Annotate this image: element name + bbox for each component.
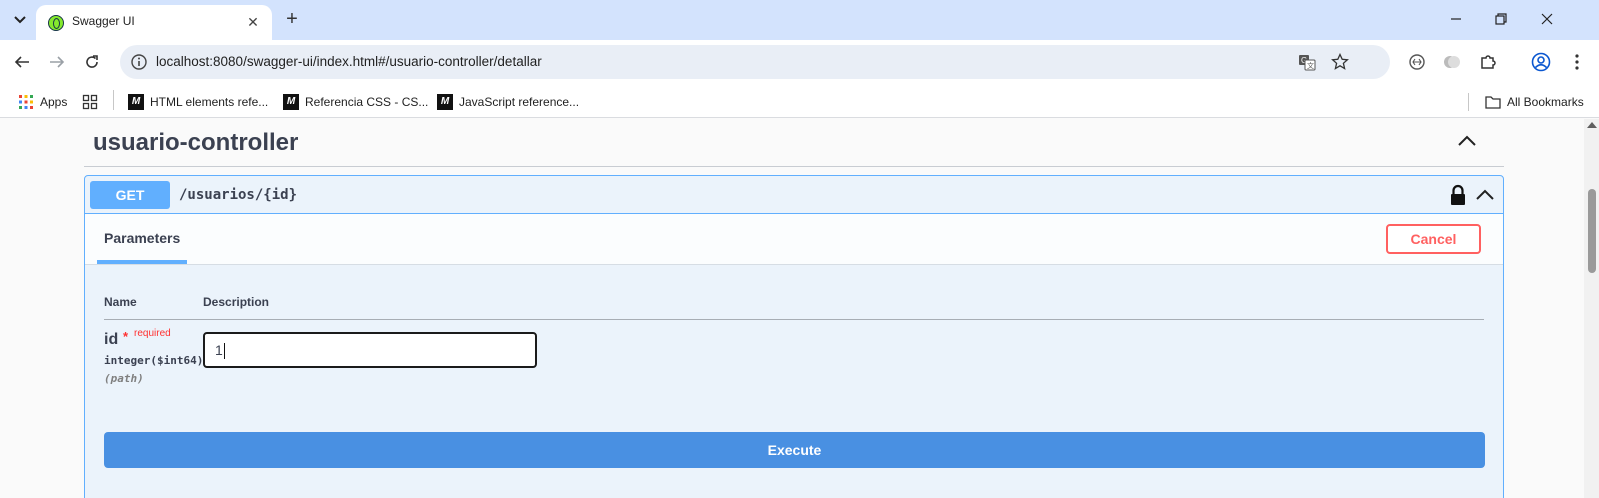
swagger-favicon-icon — [48, 15, 64, 31]
address-bar[interactable]: localhost:8080/swagger-ui/index.html#/us… — [120, 45, 1390, 79]
minimize-icon[interactable] — [1442, 8, 1470, 32]
required-star: * — [123, 329, 129, 344]
mdn-logo-icon: M — [437, 94, 453, 110]
swagger-page: usuario-controller GET /usuarios/{id} Pa… — [0, 119, 1599, 498]
collapse-chevron-icon[interactable] — [1456, 131, 1478, 151]
url-text[interactable]: localhost:8080/swagger-ui/index.html#/us… — [156, 54, 542, 69]
mdn-logo-icon: M — [128, 94, 144, 110]
tab-title: Swagger UI — [72, 14, 135, 28]
browser-toolbar: localhost:8080/swagger-ui/index.html#/us… — [0, 40, 1599, 84]
folder-icon — [1485, 96, 1501, 109]
column-header-description: Description — [203, 295, 270, 309]
bookmark-apps[interactable]: Apps — [18, 93, 67, 111]
bookmark-item-label: HTML elements refe... — [150, 95, 269, 109]
page-scrollbar[interactable] — [1584, 119, 1599, 498]
profile-avatar-icon[interactable] — [1529, 50, 1553, 74]
all-bookmarks-label: All Bookmarks — [1507, 95, 1584, 109]
close-window-icon[interactable] — [1533, 8, 1561, 32]
operation-summary[interactable]: GET /usuarios/{id} — [85, 176, 1503, 214]
apps-grid-icon — [19, 95, 33, 109]
reload-icon[interactable] — [80, 50, 104, 74]
http-method-badge: GET — [90, 181, 170, 209]
cancel-button[interactable]: Cancel — [1386, 224, 1481, 254]
tab-groups-icon[interactable] — [82, 93, 98, 111]
parameter-location: (path) — [104, 372, 144, 385]
id-parameter-value: 1 — [215, 342, 223, 358]
browser-tab[interactable]: Swagger UI ✕ — [36, 5, 272, 40]
operation-block: GET /usuarios/{id} Parameters Cancel Nam… — [84, 175, 1504, 498]
extension-icon[interactable] — [1405, 50, 1429, 74]
forward-arrow-icon[interactable] — [45, 50, 69, 74]
collapse-chevron-icon[interactable] — [1474, 185, 1496, 205]
text-caret — [223, 343, 225, 360]
operation-path: /usuarios/{id} — [179, 187, 298, 203]
active-tab-indicator — [97, 260, 187, 264]
bookmark-item[interactable]: M JavaScript reference... — [437, 93, 579, 111]
site-info-icon[interactable] — [130, 53, 148, 71]
tab-search-chevron-icon[interactable] — [8, 8, 32, 32]
execute-button[interactable]: Execute — [104, 432, 1485, 468]
extensions-puzzle-icon[interactable] — [1476, 50, 1500, 74]
bookmark-item[interactable]: M HTML elements refe... — [128, 93, 268, 111]
lock-icon[interactable] — [1449, 184, 1467, 206]
bookmarks-bar: Apps M HTML elements refe... M Referenci… — [0, 84, 1599, 118]
close-tab-icon[interactable]: ✕ — [244, 13, 262, 31]
tag-divider — [84, 166, 1504, 167]
bookmark-star-icon[interactable] — [1331, 52, 1349, 71]
scroll-up-arrow-icon[interactable] — [1587, 122, 1597, 128]
bookmark-item-label: JavaScript reference... — [459, 95, 580, 109]
translate-icon[interactable]: G文 — [1298, 53, 1316, 71]
parameters-header: Parameters Cancel — [85, 214, 1503, 265]
new-tab-icon[interactable]: + — [280, 8, 304, 32]
scrollbar-thumb[interactable] — [1588, 189, 1596, 273]
extension-puzzle-cloud-icon[interactable] — [1440, 50, 1464, 74]
bookmark-item-label: Referencia CSS - CS... — [305, 95, 429, 109]
parameter-name: id — [104, 331, 119, 348]
tab-strip: Swagger UI ✕ + — [0, 0, 1599, 40]
column-header-name: Name — [104, 295, 137, 309]
table-header-divider — [104, 319, 1484, 320]
bookmark-item[interactable]: M Referencia CSS - CS... — [283, 93, 428, 111]
tag-title[interactable]: usuario-controller — [93, 129, 298, 157]
id-parameter-input[interactable]: 1 — [203, 332, 537, 368]
all-bookmarks[interactable]: All Bookmarks — [1468, 93, 1584, 111]
required-label: required — [134, 328, 171, 339]
menu-kebab-icon[interactable] — [1565, 50, 1589, 74]
bookmarks-divider — [113, 90, 114, 110]
tab-parameters[interactable]: Parameters — [104, 230, 180, 246]
restore-icon[interactable] — [1487, 8, 1515, 32]
mdn-logo-icon: M — [283, 94, 299, 110]
bookmark-apps-label: Apps — [40, 95, 68, 109]
parameter-type: integer($int64) — [104, 354, 204, 367]
svg-text:文: 文 — [1307, 61, 1314, 70]
back-arrow-icon[interactable] — [10, 50, 34, 74]
